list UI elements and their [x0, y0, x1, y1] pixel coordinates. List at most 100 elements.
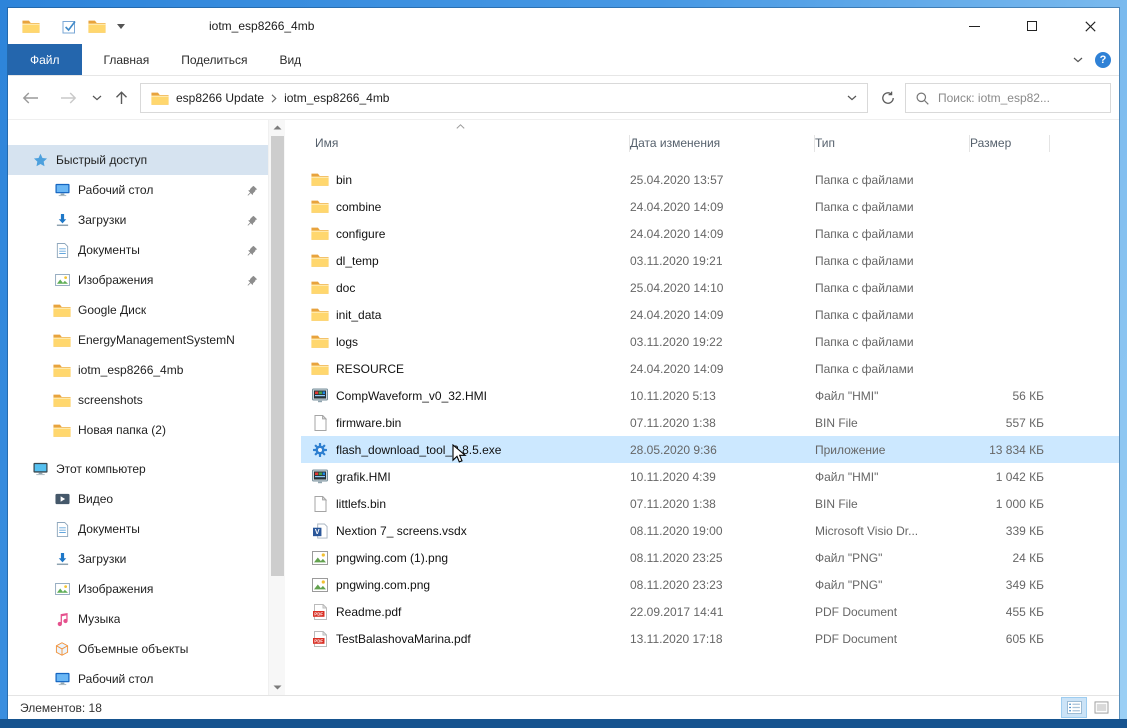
file-row[interactable]: firmware.bin07.11.2020 1:38BIN File557 К…	[301, 409, 1119, 436]
file-row[interactable]: littlefs.bin07.11.2020 1:38BIN File1 000…	[301, 490, 1119, 517]
sidebar-item-label: EnergyManagementSystemN	[78, 333, 235, 347]
scroll-up-icon[interactable]	[269, 120, 285, 135]
folder-icon	[52, 363, 72, 378]
mouse-cursor	[452, 444, 467, 465]
downloads-icon	[52, 552, 72, 567]
pictures-icon	[52, 583, 72, 595]
details-view-button[interactable]	[1062, 698, 1086, 717]
navigation-toolbar: esp8266 Update iotm_esp8266_4mb	[8, 76, 1119, 120]
large-icons-view-button[interactable]	[1089, 698, 1113, 717]
sidebar-item-label: Музыка	[78, 612, 120, 626]
file-row[interactable]: PDFReadme.pdf22.09.2017 14:41PDF Documen…	[301, 598, 1119, 625]
sidebar-item-new-folder-2[interactable]: Новая папка (2)	[8, 415, 268, 445]
file-name-cell: PDFTestBalashovaMarina.pdf	[301, 631, 630, 647]
sidebar-scrollbar[interactable]	[268, 120, 285, 695]
forward-button[interactable]	[60, 91, 77, 104]
address-folder-icon	[151, 91, 169, 106]
file-row[interactable]: logs03.11.2020 19:22Папка с файлами	[301, 328, 1119, 355]
sidebar-item-music[interactable]: Музыка	[8, 604, 268, 634]
file-name-cell: pngwing.com (1).png	[301, 551, 630, 565]
breadcrumb-item-parent[interactable]: esp8266 Update	[176, 91, 264, 105]
sidebar-item-pictures[interactable]: Изображения	[8, 265, 268, 295]
file-rows: bin25.04.2020 13:57Папка с файламиcombin…	[285, 166, 1119, 652]
file-type: Папка с файлами	[815, 200, 970, 214]
folder-icon	[311, 334, 329, 349]
file-date: 22.09.2017 14:41	[630, 605, 815, 619]
items-count: Элементов: 18	[20, 701, 102, 715]
help-button[interactable]: ?	[1095, 52, 1111, 68]
search-box[interactable]	[905, 83, 1111, 113]
sidebar-item-3d-objects[interactable]: Объемные объекты	[8, 634, 268, 664]
sidebar-item-documents-2[interactable]: Документы	[8, 514, 268, 544]
file-row[interactable]: flash_download_tool_3.8.5.exe28.05.2020 …	[301, 436, 1119, 463]
sidebar-item-pictures-2[interactable]: Изображения	[8, 574, 268, 604]
file-type: Папка с файлами	[815, 254, 970, 268]
search-input[interactable]	[938, 91, 1100, 105]
svg-text:PDF: PDF	[314, 638, 323, 643]
star-icon	[30, 153, 50, 167]
bin-icon	[311, 415, 329, 431]
properties-checkbox-icon[interactable]	[62, 19, 77, 34]
sidebar-item-downloads-2[interactable]: Загрузки	[8, 544, 268, 574]
ribbon-collapse-icon[interactable]	[1073, 57, 1083, 63]
column-header-type[interactable]: Тип	[815, 120, 970, 166]
sidebar-item-label: iotm_esp8266_4mb	[78, 363, 183, 377]
minimize-button[interactable]	[945, 8, 1003, 44]
sidebar-item-desktop[interactable]: Рабочий стол	[8, 175, 268, 205]
up-button[interactable]	[114, 91, 129, 105]
sidebar-item-screenshots[interactable]: screenshots	[8, 385, 268, 415]
address-dropdown-icon[interactable]	[847, 95, 857, 101]
file-row[interactable]: grafik.HMI10.11.2020 4:39Файл "HMI"1 042…	[301, 463, 1119, 490]
file-row[interactable]: VNextion 7_ screens.vsdx08.11.2020 19:00…	[301, 517, 1119, 544]
sidebar-item-downloads[interactable]: Загрузки	[8, 205, 268, 235]
sidebar-item-energy-management[interactable]: EnergyManagementSystemN	[8, 325, 268, 355]
file-row[interactable]: configure24.04.2020 14:09Папка с файлами	[301, 220, 1119, 247]
file-row[interactable]: doc25.04.2020 14:10Папка с файлами	[301, 274, 1119, 301]
file-type: Приложение	[815, 443, 970, 457]
close-button[interactable]	[1061, 8, 1119, 44]
file-row[interactable]: pngwing.com (1).png08.11.2020 23:25Файл …	[301, 544, 1119, 571]
file-name: init_data	[336, 308, 381, 322]
file-row[interactable]: bin25.04.2020 13:57Папка с файлами	[301, 166, 1119, 193]
sidebar-item-this-pc[interactable]: Этот компьютер	[8, 454, 268, 484]
maximize-button[interactable]	[1003, 8, 1061, 44]
file-row[interactable]: RESOURCE24.04.2020 14:09Папка с файлами	[301, 355, 1119, 382]
file-type: Файл "PNG"	[815, 551, 970, 565]
file-name-cell: logs	[301, 334, 630, 349]
file-row[interactable]: CompWaveform_v0_32.HMI10.11.2020 5:13Фай…	[301, 382, 1119, 409]
recent-locations-dropdown-icon[interactable]	[92, 95, 102, 101]
scrollbar-thumb[interactable]	[271, 136, 284, 576]
sidebar-item-iotm-esp8266-4mb[interactable]: iotm_esp8266_4mb	[8, 355, 268, 385]
breadcrumb-item-current[interactable]: iotm_esp8266_4mb	[284, 91, 389, 105]
column-header-size[interactable]: Размер	[970, 120, 1050, 166]
folder-icon	[311, 307, 329, 322]
file-row[interactable]: pngwing.com.png08.11.2020 23:23Файл "PNG…	[301, 571, 1119, 598]
tab-home[interactable]: Главная	[88, 44, 166, 75]
new-folder-icon[interactable]	[88, 19, 106, 34]
tab-file[interactable]: Файл	[8, 44, 82, 75]
scroll-down-icon[interactable]	[269, 680, 285, 695]
file-date: 25.04.2020 14:10	[630, 281, 815, 295]
sidebar-item-quick-access[interactable]: Быстрый доступ	[8, 145, 268, 175]
file-name-cell: combine	[301, 199, 630, 214]
column-header-date[interactable]: Дата изменения	[630, 120, 815, 166]
file-row[interactable]: init_data24.04.2020 14:09Папка с файлами	[301, 301, 1119, 328]
tab-share[interactable]: Поделиться	[165, 44, 263, 75]
sidebar-item-desktop-2[interactable]: Рабочий стол	[8, 664, 268, 694]
back-button[interactable]	[22, 91, 39, 104]
qat-dropdown-icon[interactable]	[117, 24, 125, 29]
breadcrumb-chevron-icon[interactable]	[271, 94, 277, 103]
column-header-name[interactable]: Имя	[301, 120, 630, 166]
quick-access-toolbar	[62, 19, 125, 34]
file-row[interactable]: combine24.04.2020 14:09Папка с файлами	[301, 193, 1119, 220]
tab-view[interactable]: Вид	[263, 44, 317, 75]
sidebar-item-documents[interactable]: Документы	[8, 235, 268, 265]
file-row[interactable]: PDFTestBalashovaMarina.pdf13.11.2020 17:…	[301, 625, 1119, 652]
sidebar-item-videos[interactable]: Видео	[8, 484, 268, 514]
file-row[interactable]: dl_temp03.11.2020 19:21Папка с файлами	[301, 247, 1119, 274]
sidebar-item-google-drive[interactable]: Google Диск	[8, 295, 268, 325]
refresh-icon[interactable]	[881, 91, 895, 105]
file-size: 349 КБ	[970, 578, 1050, 592]
sidebar-item-label: Рабочий стол	[78, 183, 153, 197]
address-bar[interactable]: esp8266 Update iotm_esp8266_4mb	[140, 83, 868, 113]
